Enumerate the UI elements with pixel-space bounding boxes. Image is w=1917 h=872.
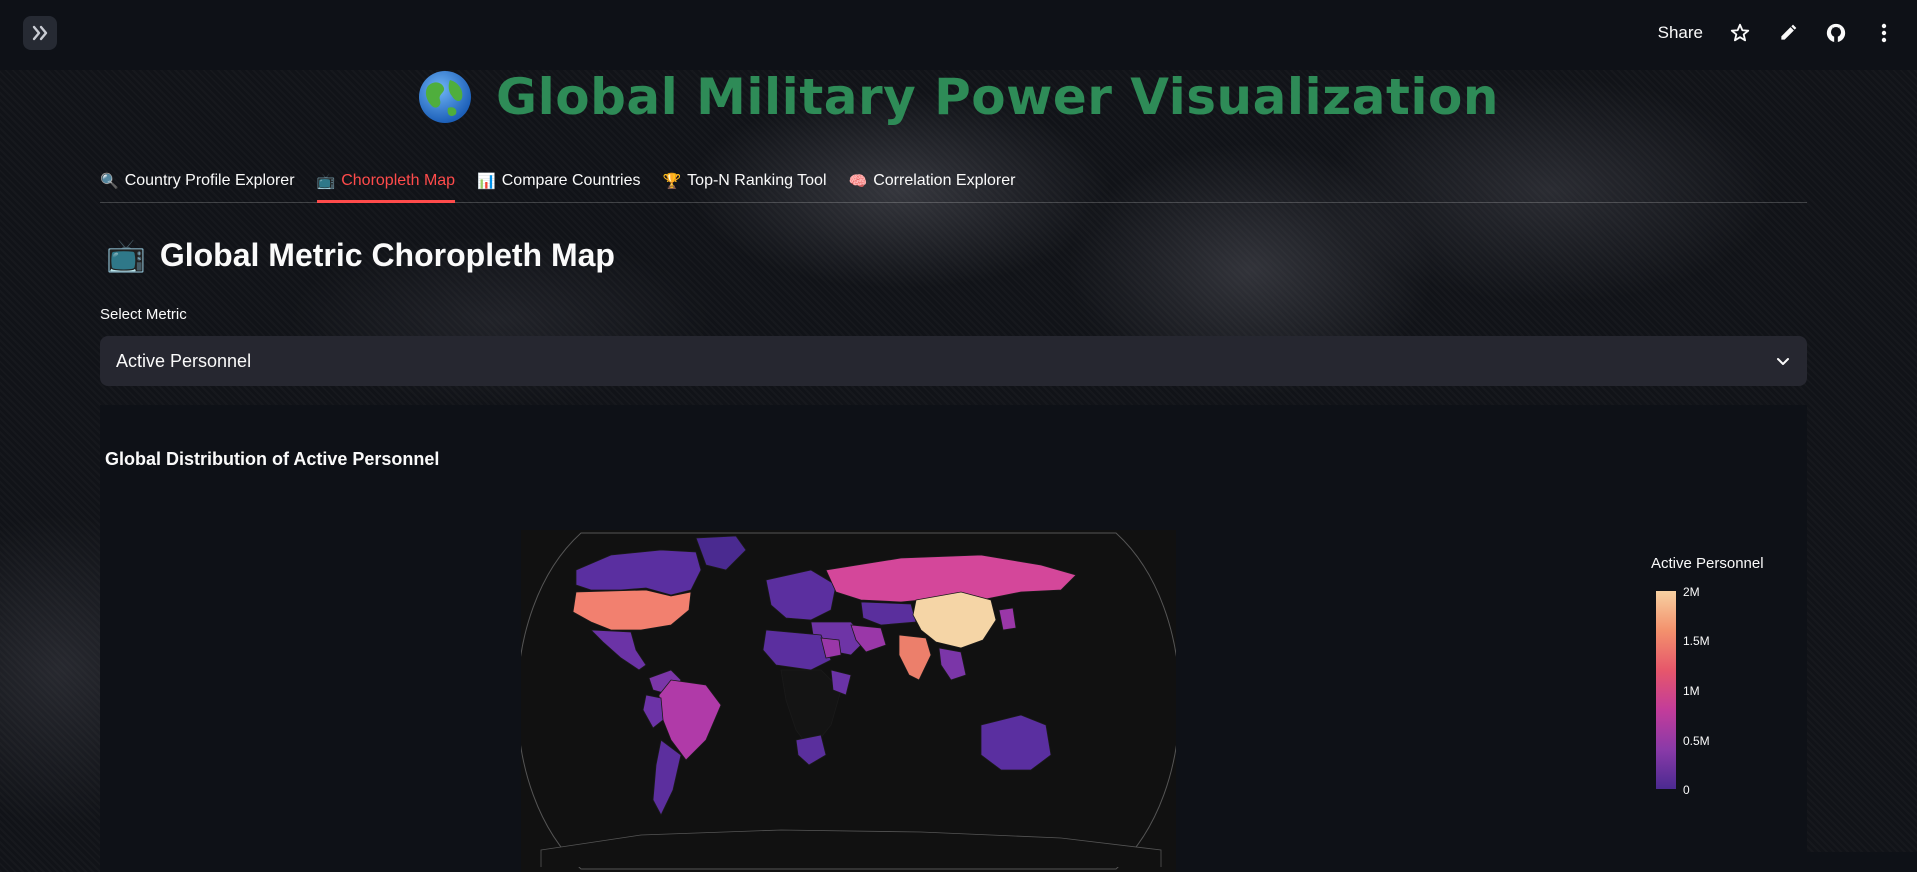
page-title: Global Military Power Visualization xyxy=(496,68,1499,126)
edit-pencil-icon[interactable] xyxy=(1777,22,1799,44)
corner-strip xyxy=(1807,852,1917,872)
tab-compare-countries[interactable]: 📊 Compare Countries xyxy=(477,160,640,202)
tab-country-profile-explorer[interactable]: 🔍 Country Profile Explorer xyxy=(100,160,295,202)
colorbar xyxy=(1656,591,1676,789)
brain-icon: 🧠 xyxy=(848,173,868,190)
page-title-row: Global Military Power Visualization xyxy=(0,64,1917,130)
expand-sidebar-button[interactable] xyxy=(23,16,57,50)
choropleth-chart: Global Distribution of Active Personnel xyxy=(100,405,1807,872)
star-icon[interactable] xyxy=(1729,22,1751,44)
tab-label: Country Profile Explorer xyxy=(124,172,295,189)
country-australia xyxy=(980,714,1052,771)
tab-label: Compare Countries xyxy=(501,172,641,189)
bar-chart-icon: 📊 xyxy=(477,173,496,190)
github-icon[interactable] xyxy=(1825,22,1847,44)
chart-title: Global Distribution of Active Personnel xyxy=(105,449,440,469)
tab-choropleth-map[interactable]: 📺 Choropleth Map xyxy=(316,160,456,203)
television-icon: 📺 xyxy=(106,237,146,273)
chevron-down-icon xyxy=(1777,358,1789,365)
colorbar-tick-1-5m: 1.5M xyxy=(1683,634,1710,648)
colorbar-title: Active Personnel xyxy=(1651,555,1764,572)
colorbar-tick-0-5m: 0.5M xyxy=(1683,734,1710,748)
world-map[interactable] xyxy=(521,530,1176,872)
tab-top-n-ranking-tool[interactable]: 🏆 Top-N Ranking Tool xyxy=(662,160,826,202)
select-metric-label: Select Metric xyxy=(100,306,187,323)
tab-label: Top-N Ranking Tool xyxy=(687,172,827,189)
double-chevron-right-icon xyxy=(32,25,48,41)
tab-correlation-explorer[interactable]: 🧠 Correlation Explorer xyxy=(849,160,1016,202)
metric-select[interactable]: Active Personnel xyxy=(100,336,1807,386)
trophy-icon: 🏆 xyxy=(662,173,682,190)
colorbar-tick-0: 0 xyxy=(1683,783,1690,797)
colorbar-tick-2m: 2M xyxy=(1683,585,1700,599)
colorbar-tick-1m: 1M xyxy=(1683,684,1700,698)
television-icon: 📺 xyxy=(316,173,336,190)
top-toolbar: Share xyxy=(0,0,1917,70)
magnifier-icon: 🔍 xyxy=(100,173,119,190)
section-heading: 📺 Global Metric Choropleth Map xyxy=(106,236,615,274)
tab-label: Correlation Explorer xyxy=(873,172,1016,189)
tab-label: Choropleth Map xyxy=(341,172,456,189)
more-menu-icon[interactable] xyxy=(1873,22,1895,44)
share-button[interactable]: Share xyxy=(1658,23,1703,43)
tab-bar: 🔍 Country Profile Explorer 📺 Choropleth … xyxy=(100,160,1807,203)
metric-select-value: Active Personnel xyxy=(116,350,252,371)
section-heading-text: Global Metric Choropleth Map xyxy=(159,236,615,273)
globe-icon xyxy=(419,71,472,123)
